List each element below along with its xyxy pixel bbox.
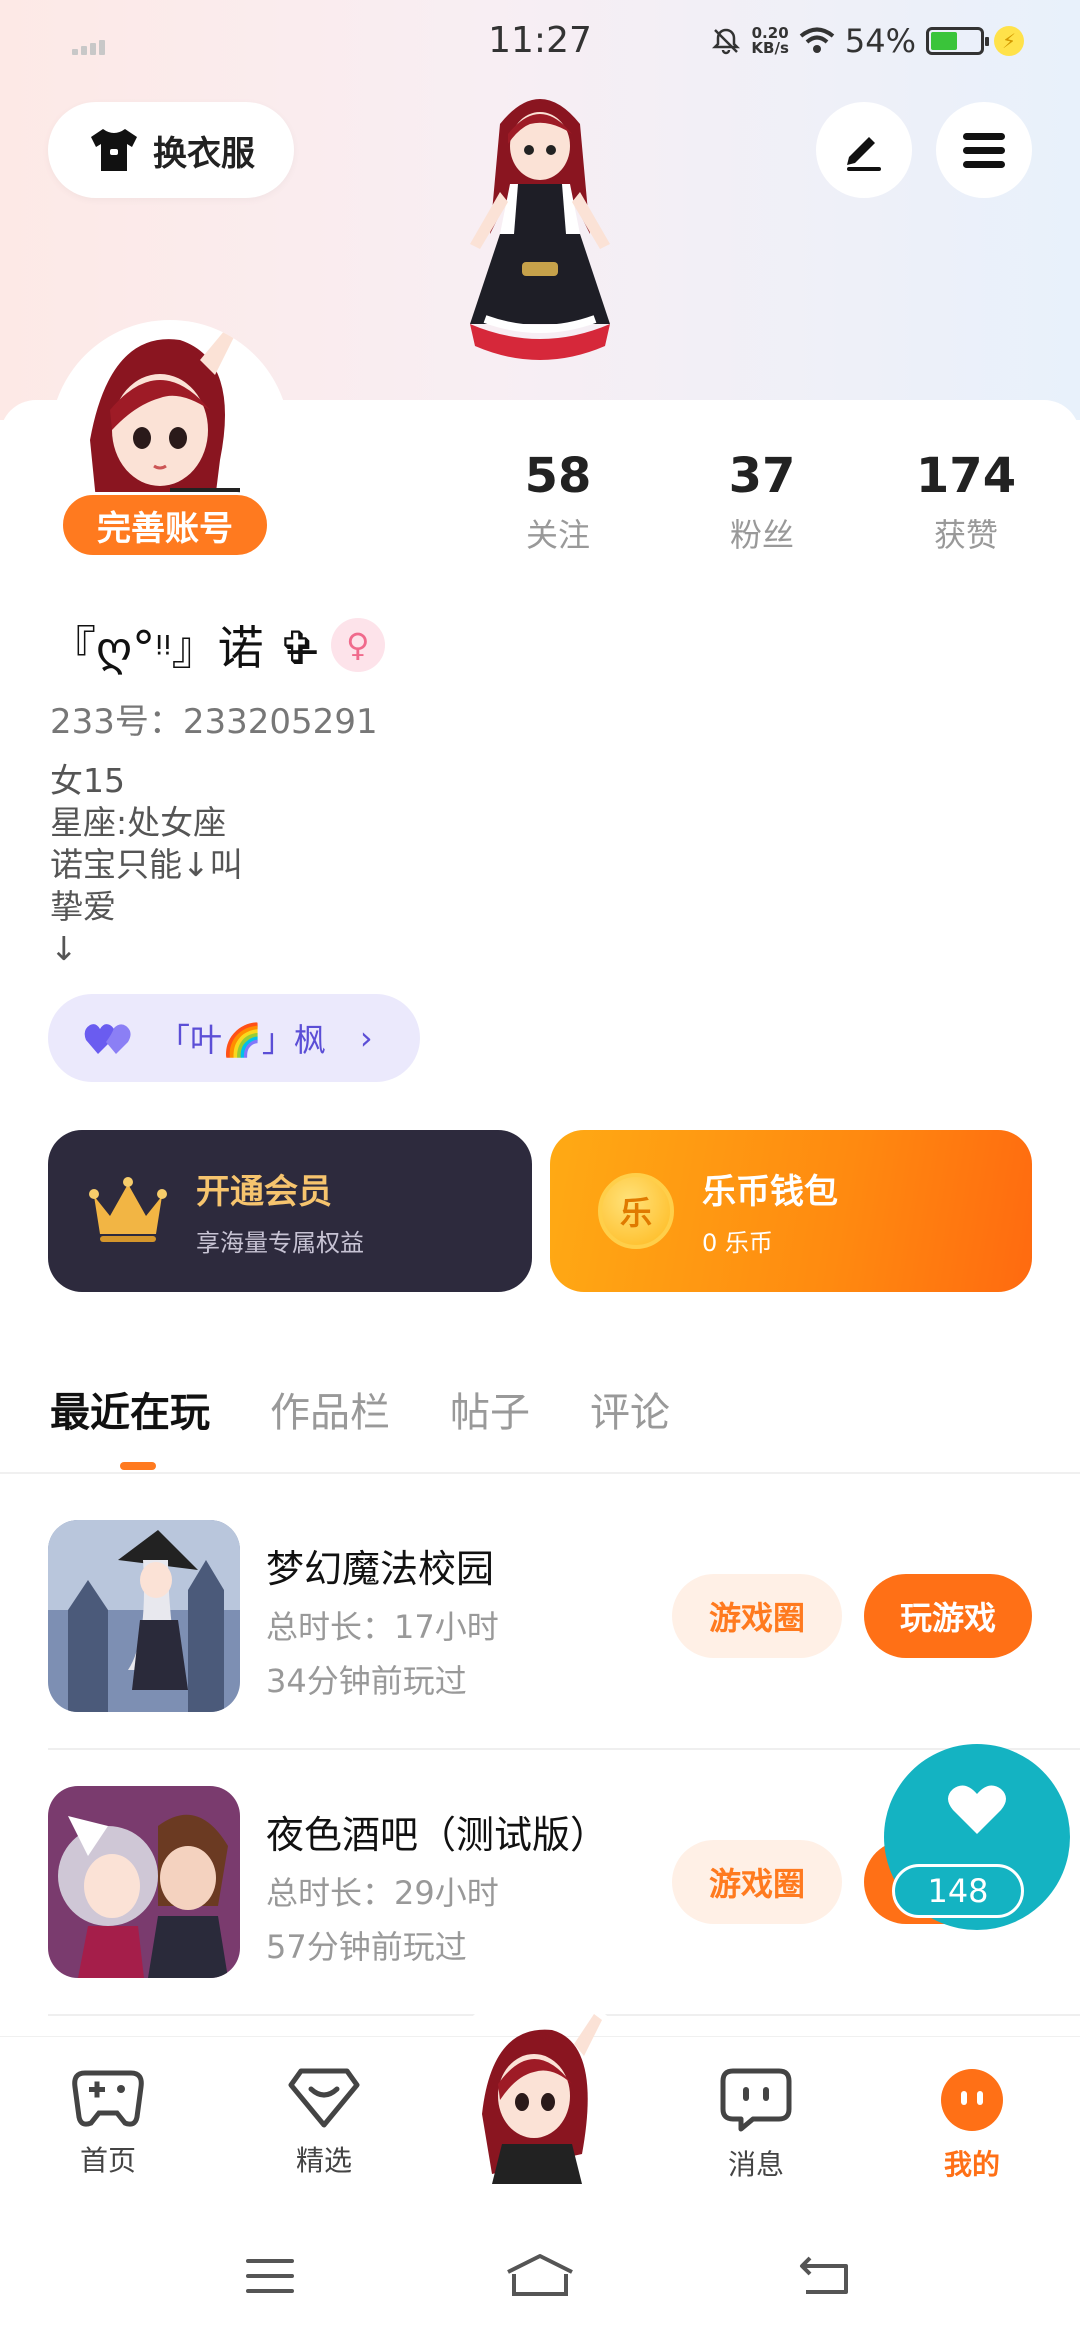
female-gender-icon: ♀	[330, 618, 385, 672]
heart-icon	[948, 1785, 1006, 1834]
nickname-text: 『ღ°ᵎᵎ』诺 ✞̶	[50, 621, 317, 675]
nav-item-messages[interactable]: 消息	[686, 2067, 826, 2183]
stat-following[interactable]: 58 关注	[478, 448, 638, 556]
vip-membership-card[interactable]: 开通会员 享海量专属权益	[48, 1130, 532, 1292]
like-count: 148	[892, 1864, 1024, 1918]
edit-profile-button[interactable]	[816, 102, 912, 198]
status-bar: 11:27 0.20 KB/s 54% ⚡	[0, 0, 1080, 84]
pen-icon	[847, 137, 881, 171]
stat-followers[interactable]: 37 粉丝	[682, 448, 842, 556]
charging-bolt-icon: ⚡	[994, 26, 1024, 56]
battery-percent: 54%	[844, 22, 916, 60]
gamepad-icon	[72, 2070, 144, 2127]
game-duration: 总时长：17小时	[266, 1608, 499, 1646]
game-circle-button[interactable]: 游戏圈	[672, 1840, 842, 1924]
game-thumbnail[interactable]	[48, 1520, 240, 1712]
me-icon	[941, 2069, 1003, 2131]
center-avatar-button[interactable]	[462, 2004, 618, 2184]
floating-like-button[interactable]: 148	[884, 1744, 1074, 1934]
nav-item-featured[interactable]: 精选	[254, 2067, 394, 2179]
user-id: 233号：233205291	[50, 702, 378, 742]
tab-divider	[0, 1472, 1080, 1474]
avatar-character-figure[interactable]	[430, 84, 650, 404]
nickname: 『ღ°ᵎᵎ』诺 ✞̶ ♀	[50, 612, 385, 678]
menu-icon	[963, 133, 1005, 168]
home-icon[interactable]	[504, 2252, 576, 2298]
net-speed: 0.20 KB/s	[751, 24, 789, 57]
game-last-played: 57分钟前玩过	[266, 1928, 467, 1966]
nav-item-me[interactable]: 我的	[902, 2067, 1042, 2183]
status-icons: 0.20 KB/s 54% ⚡	[711, 22, 1024, 60]
chat-icon	[720, 2068, 792, 2132]
nav-item-home[interactable]: 首页	[38, 2067, 178, 2179]
system-navigation-bar	[0, 2214, 1080, 2340]
content-tabs: 最近在玩 作品栏 帖子 评论	[50, 1380, 670, 1438]
battery-icon	[926, 27, 989, 55]
tab-works[interactable]: 作品栏	[270, 1380, 390, 1438]
play-game-button[interactable]: 玩游戏	[864, 1574, 1032, 1658]
recent-apps-icon[interactable]	[244, 2256, 296, 2296]
shirt-icon	[91, 129, 137, 171]
coin-icon: 乐	[598, 1173, 674, 1249]
active-tab-indicator	[120, 1462, 156, 1470]
game-duration: 总时长：29小时	[266, 1874, 499, 1912]
bio-text: 女15 星座:处女座 诺宝只能↓叫 挚爱 ↓	[50, 761, 243, 968]
game-circle-button[interactable]: 游戏圈	[672, 1574, 842, 1658]
cp-relationship-tag[interactable]: 「叶🌈」枫 ›	[48, 994, 420, 1082]
tab-comments[interactable]: 评论	[590, 1380, 670, 1438]
back-icon[interactable]	[796, 2254, 852, 2296]
crown-icon	[89, 1177, 167, 1242]
stat-likes[interactable]: 174 获赞	[886, 448, 1046, 556]
chevron-right-icon: ›	[359, 1019, 373, 1057]
tab-posts[interactable]: 帖子	[450, 1380, 530, 1438]
menu-button[interactable]	[936, 102, 1032, 198]
game-title: 夜色酒吧（测试版）	[266, 1813, 609, 1857]
game-list-item[interactable]: 梦幻魔法校园 总时长：17小时 34分钟前玩过 游戏圈 玩游戏	[48, 1520, 1048, 1720]
double-heart-icon	[84, 1024, 131, 1054]
coin-wallet-card[interactable]: 乐 乐币钱包 0 乐币	[550, 1130, 1032, 1292]
game-title: 梦幻魔法校园	[266, 1547, 495, 1591]
heart-gem-icon	[288, 2068, 360, 2128]
wifi-icon	[799, 27, 835, 53]
bell-muted-icon	[712, 28, 741, 55]
change-outfit-button[interactable]: 换衣服	[48, 102, 294, 198]
complete-account-button[interactable]: 完善账号	[60, 492, 270, 558]
tab-recent-play[interactable]: 最近在玩	[50, 1380, 210, 1438]
game-last-played: 34分钟前玩过	[266, 1662, 467, 1700]
game-thumbnail[interactable]	[48, 1786, 240, 1978]
